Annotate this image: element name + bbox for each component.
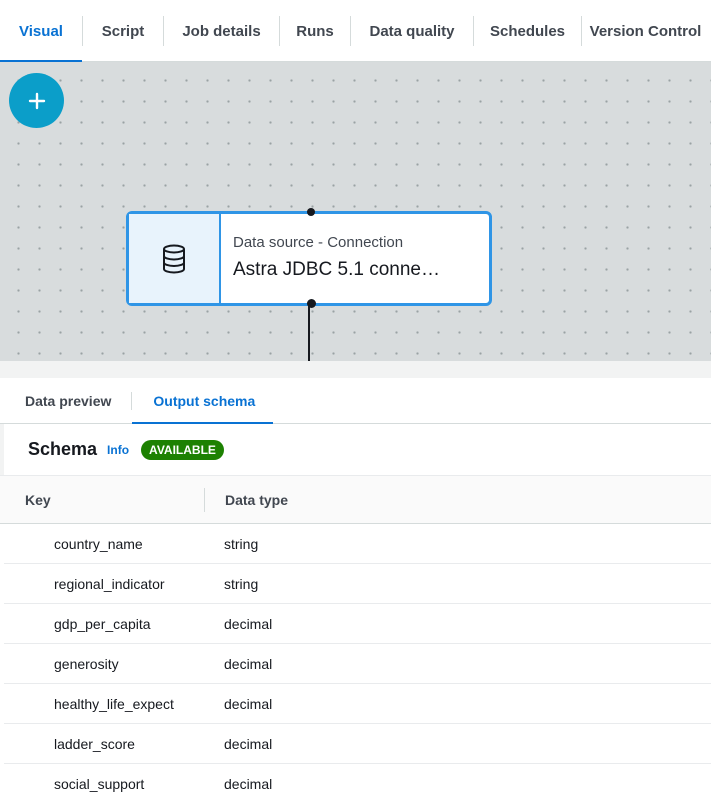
row-data-type: decimal <box>224 695 273 712</box>
schema-title: Schema <box>28 439 98 459</box>
schema-header: Schema Info AVAILABLE <box>0 424 711 475</box>
node-type-label: Data source - Connection <box>233 234 404 251</box>
table-row: generosity decimal <box>4 644 711 684</box>
panel-divider[interactable] <box>0 361 711 378</box>
node-title: Astra JDBC 5.1 conne… <box>233 259 440 280</box>
row-data-type: string <box>224 535 259 552</box>
row-key: ladder_score <box>54 735 135 752</box>
visual-canvas[interactable]: Data source - Connection Astra JDBC 5.1 … <box>0 62 711 361</box>
database-icon <box>129 214 221 303</box>
column-header-key[interactable]: Key <box>0 487 205 512</box>
tab-visual[interactable]: Visual <box>0 0 82 63</box>
row-data-type: decimal <box>224 775 273 792</box>
row-data-type: decimal <box>224 735 273 752</box>
add-node-button[interactable] <box>9 73 64 128</box>
tab-job-details[interactable]: Job details <box>164 0 279 62</box>
tab-version-control[interactable]: Version Control <box>582 0 709 62</box>
row-data-type: decimal <box>224 655 273 672</box>
table-row: regional_indicator string <box>4 564 711 604</box>
column-header-data-type[interactable]: Data type <box>205 492 288 508</box>
table-header: Key Data type <box>0 476 711 524</box>
info-link[interactable]: Info <box>107 443 129 457</box>
tab-data-quality[interactable]: Data quality <box>351 0 473 62</box>
row-key: generosity <box>54 655 119 672</box>
table-row: ladder_score decimal <box>4 724 711 764</box>
row-key: gdp_per_capita <box>54 615 151 632</box>
row-key: regional_indicator <box>54 575 165 592</box>
node-input-port[interactable] <box>307 208 315 216</box>
table-row: gdp_per_capita decimal <box>4 604 711 644</box>
panel-tab-bar: Data preview Output schema <box>0 378 711 424</box>
table-row: social_support decimal <box>4 764 711 795</box>
table-row: healthy_life_expectancy decimal <box>4 684 711 724</box>
row-data-type: decimal <box>224 615 273 632</box>
schema-table: Key Data type country_name string region… <box>0 475 711 795</box>
tab-data-preview[interactable]: Data preview <box>25 378 111 423</box>
tab-script[interactable]: Script <box>83 0 163 62</box>
top-tab-bar: Visual Script Job details Runs Data qual… <box>0 0 711 63</box>
node-details-panel: Data preview Output schema Schema Info A… <box>0 378 711 795</box>
row-key: country_name <box>54 535 143 552</box>
plus-icon <box>28 92 45 109</box>
row-key: social_support <box>54 775 145 792</box>
table-row: country_name string <box>4 524 711 564</box>
tab-output-schema[interactable]: Output schema <box>132 378 274 424</box>
row-data-type: string <box>224 575 259 592</box>
node-connector-edge <box>308 306 310 361</box>
tab-runs[interactable]: Runs <box>280 0 350 62</box>
status-badge: AVAILABLE <box>141 439 224 460</box>
tab-schedules[interactable]: Schedules <box>474 0 581 62</box>
data-source-node[interactable]: Data source - Connection Astra JDBC 5.1 … <box>126 208 492 308</box>
row-key: healthy_life_expectancy <box>54 695 174 712</box>
